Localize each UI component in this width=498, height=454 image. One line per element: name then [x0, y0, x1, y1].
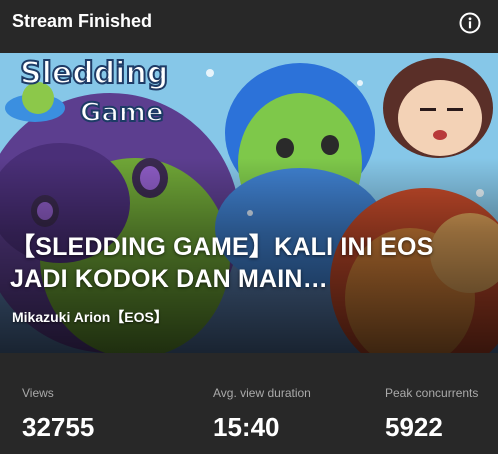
channel-name[interactable]: Mikazuki Arion【EOS】 — [12, 307, 168, 327]
video-thumbnail[interactable]: Sledding Game 【SLEDDING GAME】KALI INI EO… — [0, 53, 498, 353]
stat-value: 32755 — [22, 412, 95, 442]
header-bar: Stream Finished — [0, 0, 498, 45]
stat-label: Peak concurrents — [385, 386, 479, 400]
stat-peak-concurrents: Peak concurrents 5922 — [385, 386, 478, 443]
info-circle-icon — [459, 12, 481, 34]
stat-avg-view-duration: Avg. view duration 15:40 — [213, 386, 311, 443]
video-title: 【SLEDDING GAME】KALI INI EOS JADI KODOK D… — [10, 233, 434, 293]
info-button[interactable] — [459, 12, 481, 34]
stat-value: 15:40 — [213, 412, 280, 442]
stat-label: Avg. view duration — [213, 386, 311, 400]
page-title: Stream Finished — [12, 11, 153, 31]
stat-value: 5922 — [385, 412, 443, 442]
stat-views: Views 32755 — [22, 386, 94, 443]
stat-label: Views — [22, 386, 54, 400]
